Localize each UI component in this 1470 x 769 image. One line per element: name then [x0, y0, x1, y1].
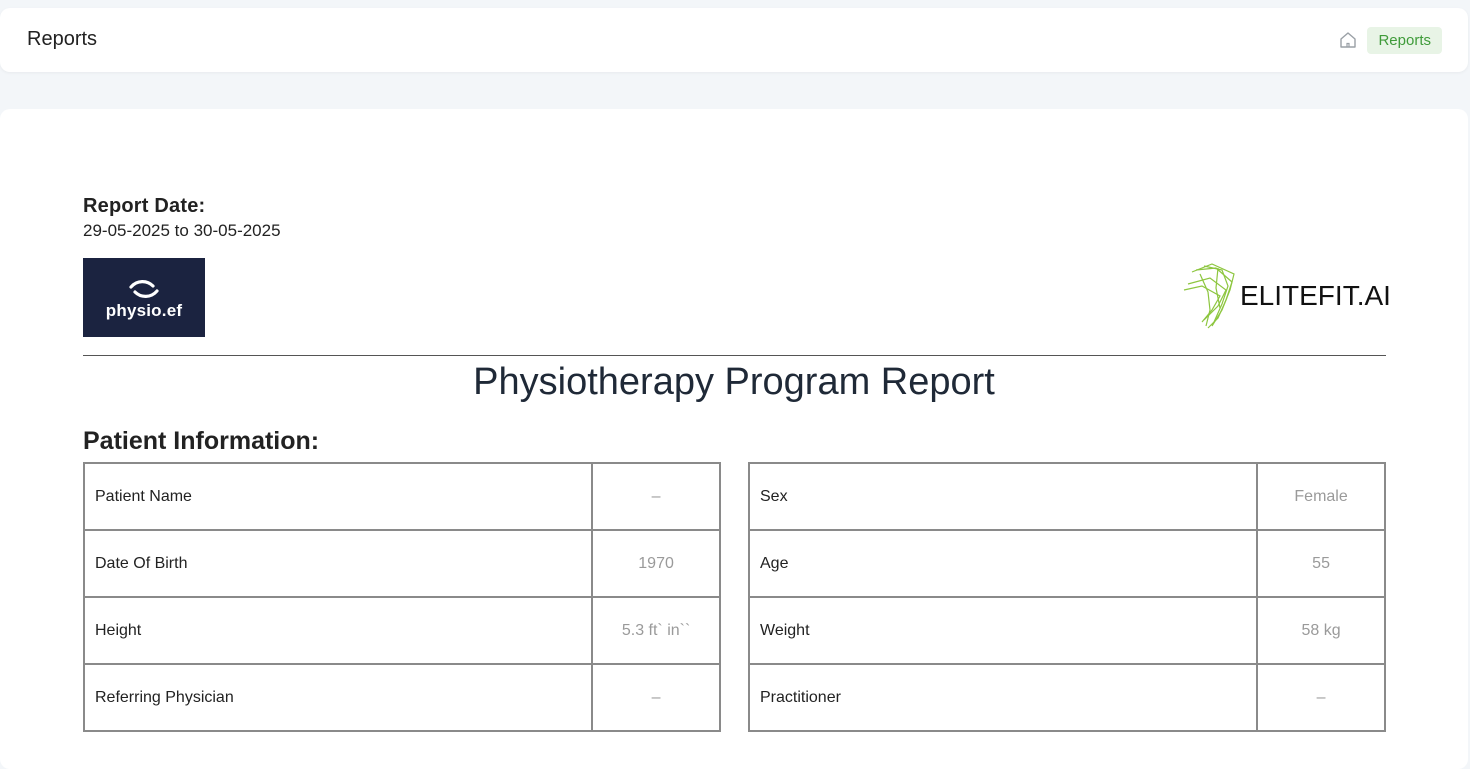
field-value: – — [1256, 663, 1386, 732]
elitefit-logo-text: ELITEFIT.AI — [1240, 280, 1391, 311]
report-date-range: 29-05-2025 to 30-05-2025 — [83, 221, 281, 240]
field-label: Referring Physician — [82, 663, 594, 732]
top-header: Reports Reports — [0, 8, 1468, 72]
table-row: Height 5.3 ft` in`` — [82, 596, 721, 665]
field-value: Female — [1256, 462, 1386, 531]
physio-mark-icon — [129, 279, 159, 298]
elitefit-mark-icon — [1183, 263, 1235, 329]
field-label: Age — [747, 529, 1259, 598]
field-label: Sex — [747, 462, 1259, 531]
breadcrumb: Reports — [1337, 26, 1442, 54]
field-value: – — [591, 663, 721, 732]
elitefit-logo: ELITEFIT.AI — [1182, 260, 1391, 332]
field-label: Weight — [747, 596, 1259, 665]
header-divider — [83, 355, 1386, 356]
table-row: Sex Female — [747, 462, 1386, 531]
section-title-patient-information: Patient Information: — [83, 427, 320, 455]
field-label: Date Of Birth — [82, 529, 594, 598]
table-row: Weight 58 kg — [747, 596, 1386, 665]
field-label: Practitioner — [747, 663, 1259, 732]
field-value: 55 — [1256, 529, 1386, 598]
table-row: Date Of Birth 1970 — [82, 529, 721, 598]
report-date-label: Report Date: — [83, 195, 206, 217]
table-row: Referring Physician – — [82, 663, 721, 732]
report-title: Physiotherapy Program Report — [473, 361, 995, 403]
table-row: Age 55 — [747, 529, 1386, 598]
field-label: Patient Name — [82, 462, 594, 531]
field-label: Height — [82, 596, 594, 665]
report-card: Report Date: 29-05-2025 to 30-05-2025 ph… — [0, 109, 1468, 769]
field-value: 5.3 ft` in`` — [591, 596, 721, 665]
table-row: Practitioner – — [747, 663, 1386, 732]
table-row: Patient Name – — [82, 462, 721, 531]
physio-logo-text: physio.ef — [105, 300, 183, 320]
page-title: Reports — [27, 28, 98, 50]
physio-logo: physio.ef — [83, 258, 205, 337]
home-icon[interactable] — [1337, 29, 1359, 51]
breadcrumb-item-reports[interactable]: Reports — [1367, 26, 1442, 54]
patient-info-table-right: Sex Female Age 55 Weight 58 kg Practitio… — [747, 462, 1386, 732]
field-value: 1970 — [591, 529, 721, 598]
field-value: – — [591, 462, 721, 531]
field-value: 58 kg — [1256, 596, 1386, 665]
patient-info-table-left: Patient Name – Date Of Birth 1970 Height… — [82, 462, 721, 732]
